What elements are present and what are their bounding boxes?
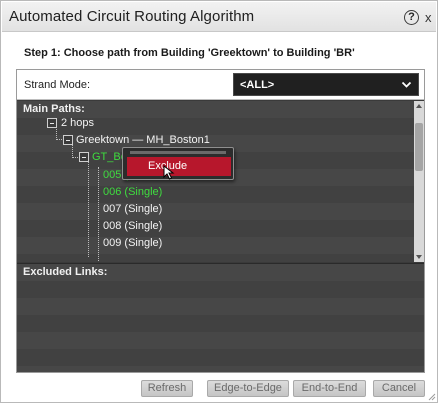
circuit-routing-dialog: Automated Circuit Routing Algorithm ? x … xyxy=(0,0,438,403)
excluded-links-header: Excluded Links: xyxy=(23,266,108,278)
collapse-icon[interactable] xyxy=(79,152,89,162)
exclude-menu-item[interactable]: Exclude xyxy=(127,157,231,176)
excluded-links-list[interactable]: Excluded Links: xyxy=(17,263,424,372)
main-paths-tree[interactable]: Main Paths: 2 hops Greektown — MH_Boston… xyxy=(17,101,424,262)
title-bar[interactable]: Automated Circuit Routing Algorithm ? x xyxy=(2,2,436,32)
dialog-title: Automated Circuit Routing Algorithm xyxy=(9,8,255,25)
strand-item[interactable]: 006 (Single) xyxy=(103,184,162,201)
collapse-icon[interactable] xyxy=(63,135,73,145)
strand-item[interactable]: 008 (Single) xyxy=(103,218,162,235)
scroll-up-icon[interactable] xyxy=(416,104,422,108)
scroll-down-icon[interactable] xyxy=(416,255,422,259)
strand-mode-label: Strand Mode: xyxy=(24,79,91,91)
tree-node-hops-label: 2 hops xyxy=(61,117,95,129)
edge-to-edge-button[interactable]: Edge-to-Edge xyxy=(207,380,289,397)
strand-mode-select[interactable]: <ALL> xyxy=(233,73,419,96)
strand-mode-row: Strand Mode: <ALL> xyxy=(17,70,424,100)
strand-mode-value: <ALL> xyxy=(240,79,275,91)
help-icon[interactable]: ? xyxy=(404,10,419,25)
refresh-button[interactable]: Refresh xyxy=(141,380,193,397)
chevron-down-icon xyxy=(401,81,412,88)
routing-panel: Strand Mode: <ALL> Main Paths: 2 hops Gr… xyxy=(16,69,425,373)
cancel-button[interactable]: Cancel xyxy=(373,380,425,397)
collapse-icon[interactable] xyxy=(47,118,57,128)
strand-item[interactable]: 007 (Single) xyxy=(103,201,162,218)
mouse-cursor-icon xyxy=(163,165,175,180)
main-paths-header: Main Paths: xyxy=(23,103,85,115)
context-menu-grip xyxy=(130,151,226,154)
step-instruction: Step 1: Choose path from Building 'Greek… xyxy=(24,47,355,59)
strand-item[interactable]: 009 (Single) xyxy=(103,235,162,252)
end-to-end-button[interactable]: End-to-End xyxy=(293,380,366,397)
close-icon[interactable]: x xyxy=(425,10,432,25)
main-paths-scrollbar[interactable] xyxy=(414,101,424,262)
context-menu: Exclude xyxy=(122,147,234,180)
tree-connector xyxy=(98,167,99,262)
tree-connector xyxy=(88,157,89,257)
scroll-thumb[interactable] xyxy=(415,123,423,171)
resize-grip-icon[interactable] xyxy=(427,392,436,401)
